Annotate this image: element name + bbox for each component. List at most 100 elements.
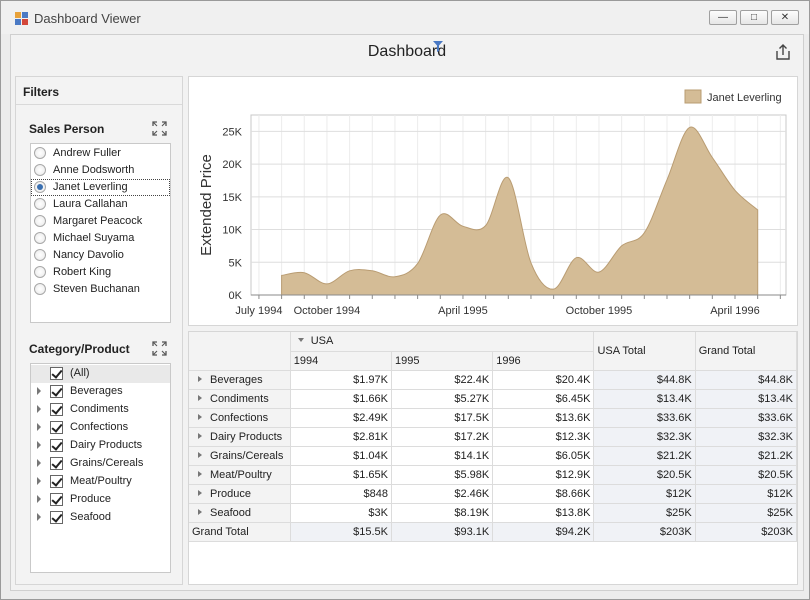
row-header[interactable]: Confections [189, 408, 291, 428]
expand-arrow-icon[interactable] [198, 452, 202, 459]
checkbox-checked-icon[interactable] [50, 421, 63, 434]
pivot-cell: $2.81K [290, 427, 392, 447]
sales-person-title: Sales Person [29, 122, 105, 136]
checkbox-checked-icon[interactable] [50, 475, 63, 488]
pivot-cell: $12K [593, 484, 696, 504]
sales-person-option[interactable]: Michael Suyama [31, 230, 170, 247]
category-item[interactable]: Produce [31, 491, 170, 509]
sales-person-option[interactable]: Steven Buchanan [31, 281, 170, 298]
category-all-item[interactable]: (All) [31, 365, 170, 383]
expand-arrow-icon[interactable] [198, 471, 202, 478]
pivot-cell: $44.8K [695, 370, 798, 390]
country-header[interactable]: USA [290, 332, 595, 352]
checkbox-checked-icon[interactable] [50, 493, 63, 506]
category-item[interactable]: Seafood [31, 509, 170, 527]
row-header[interactable]: Grains/Cereals [189, 446, 291, 466]
minimize-icon: — [718, 12, 728, 23]
row-header[interactable]: Produce [189, 484, 291, 504]
sales-person-label: Janet Leverling [53, 181, 128, 193]
category-item[interactable]: Confections [31, 419, 170, 437]
radio-button-icon[interactable] [34, 283, 46, 295]
y-tick-label: 0K [229, 290, 243, 302]
dashboard-surface: Dashboard Filters Sales Person Andrew Fu… [10, 34, 804, 591]
radio-button-icon[interactable] [34, 181, 46, 193]
x-tick-label: October 1995 [566, 305, 633, 317]
category-item[interactable]: Beverages [31, 383, 170, 401]
category-item[interactable]: Condiments [31, 401, 170, 419]
sales-person-option[interactable]: Margaret Peacock [31, 213, 170, 230]
category-item[interactable]: Meat/Poultry [31, 473, 170, 491]
close-icon: ✕ [780, 12, 790, 23]
sales-person-label: Michael Suyama [53, 232, 135, 244]
sales-person-option[interactable]: Andrew Fuller [31, 145, 170, 162]
expand-arrow-icon[interactable] [37, 441, 41, 449]
expand-arrow-icon[interactable] [37, 405, 41, 413]
radio-button-icon[interactable] [34, 198, 46, 210]
category-label: (All) [70, 367, 90, 379]
row-header[interactable]: Seafood [189, 503, 291, 523]
expand-arrow-icon[interactable] [198, 395, 202, 402]
category-item[interactable]: Grains/Cereals [31, 455, 170, 473]
checkbox-checked-icon[interactable] [50, 511, 63, 524]
sales-person-option[interactable]: Laura Callahan [31, 196, 170, 213]
category-row-label: Beverages [210, 373, 263, 386]
expand-arrow-icon[interactable] [198, 490, 202, 497]
radio-button-icon[interactable] [34, 164, 46, 176]
filter-icon[interactable] [433, 41, 443, 52]
radio-button-icon[interactable] [34, 215, 46, 227]
x-tick-label: April 1995 [438, 305, 488, 317]
maximize-button[interactable]: □ [740, 10, 768, 25]
expand-arrow-icon[interactable] [37, 495, 41, 503]
export-icon[interactable] [774, 43, 792, 61]
radio-button-icon[interactable] [34, 147, 46, 159]
expand-arrow-icon[interactable] [37, 387, 41, 395]
grand-total-row: Grand Total $15.5K $93.1K $94.2K $203K $203K [189, 522, 798, 542]
expand-arrow-icon[interactable] [198, 414, 202, 421]
expand-arrow-icon[interactable] [198, 376, 202, 383]
row-header[interactable]: Dairy Products [189, 427, 291, 447]
app-icon [15, 12, 28, 25]
checkbox-checked-icon[interactable] [50, 439, 63, 452]
grand-total-row-label: Grand Total [189, 522, 291, 542]
category-row-label: Condiments [210, 392, 269, 405]
checkbox-checked-icon[interactable] [50, 367, 63, 380]
category-row-label: Seafood [210, 506, 251, 519]
minimize-button[interactable]: — [709, 10, 737, 25]
pivot-cell: $32.3K [593, 427, 696, 447]
checkbox-checked-icon[interactable] [50, 385, 63, 398]
category-label: Meat/Poultry [70, 475, 132, 487]
pivot-cell: $848 [290, 484, 392, 504]
collapse-arrow-icon[interactable] [297, 338, 304, 343]
maximize-panel-icon[interactable] [152, 341, 167, 356]
expand-arrow-icon[interactable] [198, 509, 202, 516]
checkbox-checked-icon[interactable] [50, 403, 63, 416]
area-chart: 0K 5K 10K 15K 20K 25K July 1994 October 1994 Apr… [198, 89, 787, 317]
close-button[interactable]: ✕ [771, 10, 799, 25]
category-product-title: Category/Product [29, 342, 130, 356]
sales-person-option[interactable]: Janet Leverling [31, 179, 170, 196]
radio-button-icon[interactable] [34, 266, 46, 278]
expand-arrow-icon[interactable] [37, 423, 41, 431]
pivot-cell: $22.4K [391, 370, 494, 390]
pivot-header-row: USA USA Total Grand Total [189, 332, 798, 371]
radio-button-icon[interactable] [34, 232, 46, 244]
checkbox-checked-icon[interactable] [50, 457, 63, 470]
maximize-panel-icon[interactable] [152, 121, 167, 136]
pivot-cell: $5.27K [391, 389, 494, 409]
sales-person-option[interactable]: Nancy Davolio [31, 247, 170, 264]
year-header: 1994 [290, 351, 392, 371]
sales-person-option[interactable]: Robert King [31, 264, 170, 281]
expand-arrow-icon[interactable] [37, 477, 41, 485]
x-tick-label: July 1994 [235, 305, 282, 317]
sales-person-option[interactable]: Anne Dodsworth [31, 162, 170, 179]
row-header[interactable]: Meat/Poultry [189, 465, 291, 485]
row-header[interactable]: Beverages [189, 370, 291, 390]
radio-button-icon[interactable] [34, 249, 46, 261]
expand-arrow-icon[interactable] [198, 433, 202, 440]
expand-arrow-icon[interactable] [37, 459, 41, 467]
pivot-total-cell: $203K [695, 522, 798, 542]
row-header[interactable]: Condiments [189, 389, 291, 409]
expand-arrow-icon[interactable] [37, 513, 41, 521]
category-row-label: Dairy Products [210, 430, 283, 443]
category-item[interactable]: Dairy Products [31, 437, 170, 455]
